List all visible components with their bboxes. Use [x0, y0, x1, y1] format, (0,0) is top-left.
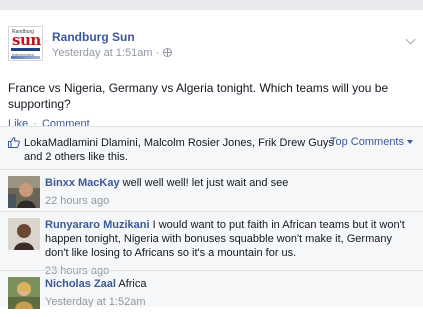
caret-down-icon: [407, 140, 413, 144]
avatar-image: [8, 176, 40, 208]
post-text: France vs Nigeria, Germany vs Algeria to…: [8, 81, 389, 111]
logo-wave: [11, 56, 40, 59]
page-logo[interactable]: Randburg sun independent: [8, 26, 43, 61]
comment-author[interactable]: Nicholas Zaal: [45, 278, 116, 290]
logo-band: [11, 48, 40, 51]
comment-time[interactable]: 22 hours ago: [45, 194, 415, 208]
avatar-image: [8, 218, 40, 250]
avatar[interactable]: [8, 176, 40, 208]
comment-author[interactable]: Runyararo Muzikani: [45, 219, 150, 231]
comment-text: well well well! let just wait and see: [122, 177, 289, 189]
comment-item: Nicholas Zaal Africa Yesterday at 1:52am: [0, 270, 423, 309]
feedback-section: LokaMadlamini Dlamini, Malcolm Rosier Jo…: [0, 126, 423, 309]
comment-body: Runyararo Muzikani I would want to put f…: [45, 218, 415, 278]
comment-author[interactable]: Binxx MacKay: [45, 177, 120, 189]
top-comments-dropdown[interactable]: Top Comments: [330, 136, 413, 148]
globe-icon[interactable]: [163, 48, 173, 57]
likes-summary[interactable]: LokaMadlamini Dlamini, Malcolm Rosier Jo…: [24, 136, 340, 164]
feed-background-strip: [0, 0, 423, 10]
top-comments-label: Top Comments: [330, 136, 404, 148]
likes-row: LokaMadlamini Dlamini, Malcolm Rosier Jo…: [8, 135, 413, 163]
comment-body: Binxx MacKay well well well! let just wa…: [45, 176, 415, 208]
comment-time[interactable]: Yesterday at 1:52am: [45, 295, 415, 309]
post-meta: Yesterday at 1:51am ·: [52, 47, 173, 59]
avatar-image: [8, 277, 40, 309]
thumbs-up-icon: [8, 137, 20, 148]
logo-main-text: sun: [12, 31, 41, 49]
post-timestamp[interactable]: Yesterday at 1:51am: [52, 47, 153, 59]
comment-text: Africa: [118, 278, 147, 290]
chevron-down-icon[interactable]: [405, 34, 416, 45]
page-name-link[interactable]: Randburg Sun: [52, 30, 135, 44]
comment-item: Binxx MacKay well well well! let just wa…: [0, 169, 423, 212]
comment-item: Runyararo Muzikani I would want to put f…: [0, 211, 423, 277]
avatar[interactable]: [8, 277, 40, 309]
comment-body: Nicholas Zaal Africa Yesterday at 1:52am: [45, 277, 415, 309]
avatar[interactable]: [8, 218, 40, 250]
meta-separator: ·: [155, 47, 160, 59]
